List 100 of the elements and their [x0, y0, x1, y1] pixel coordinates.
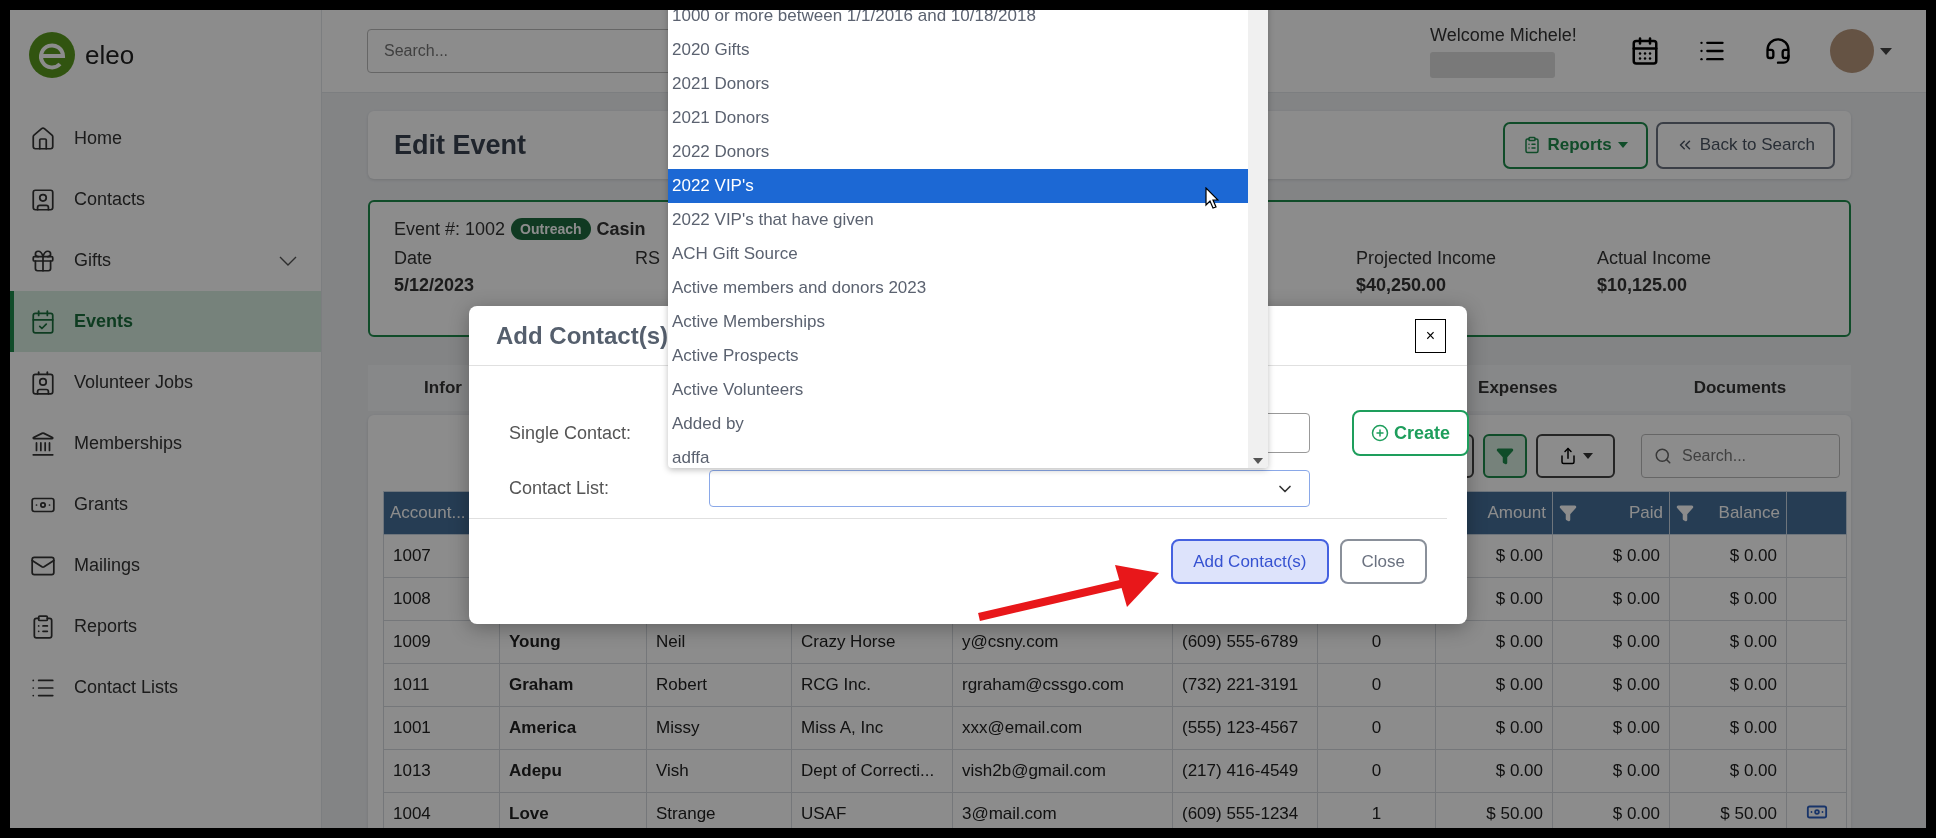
filter-icon[interactable] [1676, 504, 1694, 522]
sidebar-item[interactable]: Gifts [10, 230, 321, 291]
table-cell: 0 [1371, 761, 1382, 780]
table-cell: $ 0.00 [1729, 589, 1777, 608]
filter-icon[interactable] [1559, 504, 1577, 522]
table-cell: Miss A, Inc [801, 718, 884, 737]
table-cell: $ 50.00 [1720, 804, 1777, 823]
table-search-field[interactable]: Search... [1641, 434, 1840, 478]
table-cell: $ 0.00 [1612, 546, 1660, 565]
table-cell: $ 0.00 [1729, 675, 1777, 694]
dropdown-option[interactable]: Active Prospects [668, 339, 1248, 373]
table-cell: 3@mail.com [962, 804, 1057, 823]
sidebar-item[interactable]: Grants [10, 474, 321, 535]
table-cell: 1001 [393, 718, 431, 737]
table-cell: 0 [1371, 675, 1382, 694]
table-cell: Dept of Correcti... [801, 761, 935, 780]
table-cell: y@csny.com [962, 632, 1059, 651]
close-button[interactable]: Close [1339, 539, 1427, 584]
column-header[interactable]: Paid [1628, 503, 1663, 523]
sidebar-item[interactable]: Mailings [10, 535, 321, 596]
table-cell: $ 0.00 [1612, 718, 1660, 737]
table-cell: 1 [1371, 804, 1382, 823]
table-cell: (609) 555-1234 [1182, 804, 1299, 823]
create-button[interactable]: Create [1352, 410, 1469, 456]
field-label: Date [394, 248, 433, 269]
sidebar-item[interactable]: Memberships [10, 413, 321, 474]
sidebar-item[interactable]: Volunteer Jobs [10, 352, 321, 413]
table-cell: 1009 [393, 632, 431, 651]
bank-icon [30, 430, 56, 457]
table-cell: Crazy Horse [801, 632, 896, 651]
dropdown-option[interactable]: Active members and donors 2023 [668, 271, 1248, 305]
field-label: RS [635, 248, 660, 269]
field-label: Contact List: [509, 478, 611, 499]
dropdown-option[interactable]: 2021 Donors [668, 101, 1248, 135]
table-cell: $ 0.00 [1612, 804, 1660, 823]
event-tag: Outreach [511, 218, 591, 240]
table-cell: $ 0.00 [1729, 546, 1777, 565]
table-cell: $ 0.00 [1612, 589, 1660, 608]
table-cell: 1004 [393, 804, 431, 823]
search-icon [1654, 447, 1672, 465]
sidebar-item[interactable]: Contact Lists [10, 657, 321, 718]
sidebar-item[interactable]: Events [10, 291, 321, 352]
add-button[interactable]: Add Contact(s) [1171, 539, 1329, 584]
dropdown-option[interactable]: 2022 Donors [668, 135, 1248, 169]
table-cell: rgraham@cssgo.com [962, 675, 1124, 694]
contact-card-icon [30, 186, 56, 213]
table-cell: vish2b@gmail.com [962, 761, 1106, 780]
table-cell: Love [509, 804, 549, 823]
dropdown-option[interactable]: Active Volunteers [668, 373, 1248, 407]
back-button[interactable]: Back to Search [1655, 121, 1835, 169]
dropdown-option[interactable]: ACH Gift Source [668, 237, 1248, 271]
dropdown-option[interactable]: adffa [668, 441, 1248, 468]
dropdown-option[interactable]: Active Memberships [668, 305, 1248, 339]
filter-icon [1496, 447, 1514, 465]
sidebar-item[interactable]: Contacts [10, 169, 321, 230]
dropdown-option[interactable]: 2022 VIP's [668, 169, 1248, 203]
table-cell: Vish [656, 761, 689, 780]
table-cell: $ 0.00 [1495, 546, 1543, 565]
event-name: Casin [596, 218, 646, 240]
sidebar-item[interactable]: Reports [10, 596, 321, 657]
reports-button[interactable]: Reports [1503, 121, 1648, 169]
dropdown-option[interactable]: 2022 VIP's that have given [668, 203, 1248, 237]
sidebar-item[interactable]: Home [10, 108, 321, 169]
calendar-check-icon [30, 308, 56, 335]
plus-circle-icon [1371, 424, 1389, 442]
close-button[interactable]: × [1415, 318, 1446, 353]
contact-list-select[interactable] [709, 470, 1310, 507]
scrollbar[interactable] [1248, 10, 1268, 468]
table-cell: (732) 221-3191 [1182, 675, 1299, 694]
table-cell: $ 0.00 [1729, 718, 1777, 737]
dropdown-option[interactable]: Added by [668, 407, 1248, 441]
field-label: Actual Income [1597, 248, 1712, 269]
modal-title: Add Contact(s) [496, 321, 668, 350]
table-cell: USAF [801, 804, 847, 823]
table-cell: 1007 [393, 546, 431, 565]
event-number: Event #: 1002 [394, 218, 506, 240]
logo-icon [29, 32, 75, 78]
table-cell: $ 0.00 [1495, 632, 1543, 651]
caret-icon [1617, 142, 1628, 148]
house-icon [30, 125, 56, 152]
table-cell: 1011 [393, 675, 430, 694]
headset-icon[interactable] [1764, 37, 1792, 65]
avatar[interactable] [1830, 29, 1874, 73]
logo-text: eleo [85, 39, 135, 71]
calendar-icon[interactable] [1630, 36, 1660, 66]
scroll-down-arrow-icon[interactable] [1253, 458, 1263, 464]
table-cell: Missy [656, 718, 700, 737]
tab[interactable]: Documents [1628, 365, 1851, 411]
filter-button[interactable] [1483, 434, 1527, 478]
table-cell: (555) 123-4567 [1182, 718, 1299, 737]
table-cell: Graham [509, 675, 574, 694]
table-cell: $ 0.00 [1495, 718, 1543, 737]
caret-icon[interactable] [1880, 47, 1892, 55]
export-button[interactable] [1536, 434, 1615, 478]
table-cell: $ 0.00 [1729, 761, 1777, 780]
table-cell: RCG Inc. [801, 675, 871, 694]
gift-icon [30, 247, 56, 274]
table-cell: 0 [1371, 632, 1382, 651]
export-icon [1558, 447, 1577, 465]
mouse-cursor-icon [1205, 187, 1219, 209]
